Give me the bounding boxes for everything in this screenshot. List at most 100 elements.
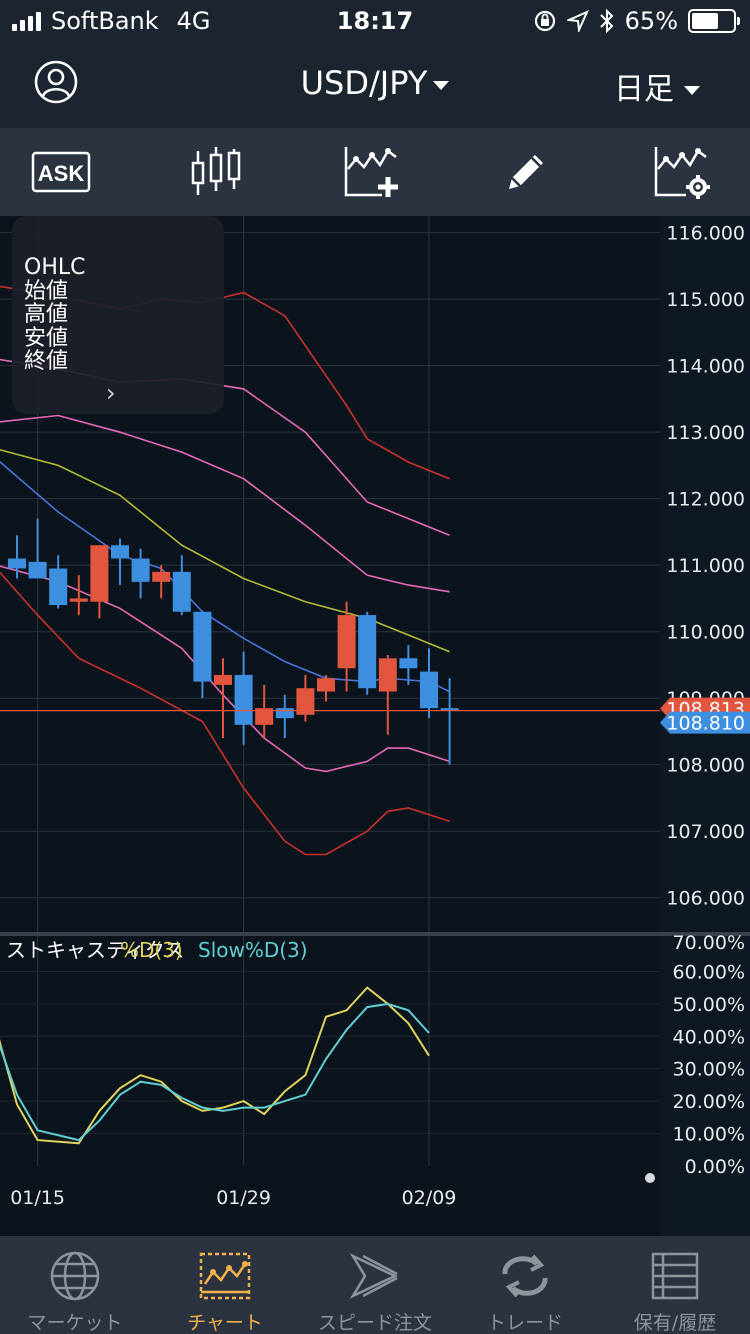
pencil-icon (509, 155, 543, 189)
chart-type-button[interactable] (185, 142, 247, 202)
chevron-down-icon (433, 80, 450, 90)
ohlc-close-label: 終値 (24, 349, 69, 374)
ask-label: ASK (38, 161, 85, 186)
time-tick-label: 02/09 (402, 1187, 457, 1209)
stoch-tick-label: 60.00% (673, 961, 745, 983)
status-bar: SoftBank 4G 18:17 65% (0, 0, 750, 40)
candle-down (131, 558, 150, 582)
stoch-tick-label: 50.00% (673, 994, 745, 1016)
candle-down (172, 571, 191, 612)
speed-order-icon (349, 1253, 398, 1299)
add-indicator-icon (344, 147, 398, 197)
chart-toolbar: ASK (0, 128, 750, 216)
candle-up (214, 674, 232, 685)
clock: 18:17 (336, 7, 414, 35)
price-tick-label: 106.000 (666, 888, 745, 910)
ohlc-open-label: 始値 (24, 278, 69, 304)
page-indicator-dot (645, 1173, 655, 1183)
candle-up (317, 678, 335, 692)
candle-down (420, 671, 438, 709)
currency-pair-selector[interactable]: USD/JPY (301, 64, 450, 102)
ohlc-low-label: 安値 (24, 325, 69, 351)
chevron-down-icon (684, 86, 700, 95)
add-indicator-button[interactable] (340, 142, 402, 202)
tab-label: トレード (486, 1312, 563, 1334)
account-icon[interactable] (34, 60, 78, 104)
location-icon (566, 10, 589, 32)
candlestick-icon (191, 147, 241, 195)
period-label: 日足 (614, 72, 674, 107)
period-selector[interactable]: 日足 (614, 64, 700, 108)
candle-up (378, 658, 397, 692)
ma-long-line (0, 448, 450, 653)
tab-label: マーケット (27, 1312, 123, 1334)
tab-label: チャート (187, 1312, 263, 1334)
candle-up (337, 615, 356, 669)
signal-strength-icon (12, 11, 41, 31)
battery-percent: 65% (624, 7, 678, 35)
bb-lower-2-line (0, 571, 450, 856)
ohlc-high-label: 高値 (24, 302, 69, 327)
price-tick-label: 115.000 (666, 289, 745, 311)
tab-trade[interactable]: トレード (450, 1236, 600, 1334)
stoch-legend-slow: Slow%D(3) (198, 938, 308, 962)
ohlc-header: OHLC (24, 255, 86, 280)
candle-down (234, 674, 253, 725)
bluetooth-icon (599, 8, 614, 34)
draw-button[interactable] (495, 142, 557, 202)
globe-icon (50, 1251, 100, 1301)
tab-label: スピード注文 (317, 1312, 432, 1334)
price-tick-label: 107.000 (666, 821, 745, 843)
stoch-tick-label: 0.00% (685, 1156, 745, 1178)
candle-down (111, 545, 129, 559)
nav-bar: USD/JPY 日足 (0, 40, 750, 128)
tab-positions[interactable]: 保有/履歴 (600, 1236, 750, 1334)
candle-up (152, 571, 171, 582)
tab-speed-order[interactable]: スピード注文 (300, 1236, 450, 1334)
tab-chart[interactable]: チャート (150, 1236, 300, 1334)
candle-down (8, 558, 26, 569)
price-tick-label: 114.000 (666, 356, 745, 378)
candle-up (69, 598, 88, 602)
positions-icon (651, 1252, 699, 1300)
ask-icon: ASK (31, 151, 91, 193)
carrier-name: SoftBank (51, 7, 159, 35)
candle-down (399, 658, 418, 669)
battery-icon (688, 9, 740, 33)
tab-market[interactable]: マーケット (0, 1236, 150, 1334)
time-tick-label: 01/29 (216, 1187, 271, 1209)
price-tick-label: 111.000 (666, 555, 745, 577)
stoch-tick-label: 70.00% (673, 932, 745, 954)
price-tick-label: 110.000 (666, 622, 745, 644)
candle-down (193, 611, 212, 682)
chart-area[interactable]: 116.000 115.000 114.000 113.000 112.000 111.0… (0, 216, 750, 1236)
ohlc-info-panel[interactable]: OHLC 始値 高値 安値 終値 › (12, 216, 224, 414)
stoch-tick-label: 40.00% (673, 1026, 745, 1048)
stoch-tick-label: 20.00% (673, 1091, 745, 1113)
tab-label: 保有/履歴 (633, 1312, 717, 1334)
candle-down (358, 615, 377, 689)
stoch-tick-label: 30.00% (673, 1059, 745, 1081)
chevron-right-icon[interactable]: › (106, 381, 116, 406)
price-tick-label: 108.000 (666, 755, 745, 777)
price-tick-label: 112.000 (666, 489, 745, 511)
network-type: 4G (176, 7, 211, 35)
chart-icon (199, 1252, 251, 1300)
stoch-tick-label: 10.00% (673, 1124, 745, 1146)
candle-down (275, 708, 294, 719)
indicator-settings-icon (654, 147, 710, 199)
price-tick-label: 116.000 (666, 223, 745, 245)
indicator-settings-button[interactable] (650, 142, 712, 202)
orientation-lock-icon (534, 10, 555, 32)
bid-price-label: 108.810 (666, 713, 745, 735)
ask-bid-toggle-button[interactable]: ASK (30, 142, 92, 202)
stoch-legend-d: %D(3) (120, 938, 183, 962)
trade-icon (502, 1254, 548, 1298)
candle-down (28, 561, 47, 579)
pane-divider (0, 932, 750, 936)
candle-down (49, 568, 68, 606)
price-tick-label: 113.000 (666, 422, 745, 444)
currency-pair: USD/JPY (300, 64, 428, 102)
candle-up (90, 545, 109, 602)
stoch-slow-line (0, 1002, 430, 1142)
